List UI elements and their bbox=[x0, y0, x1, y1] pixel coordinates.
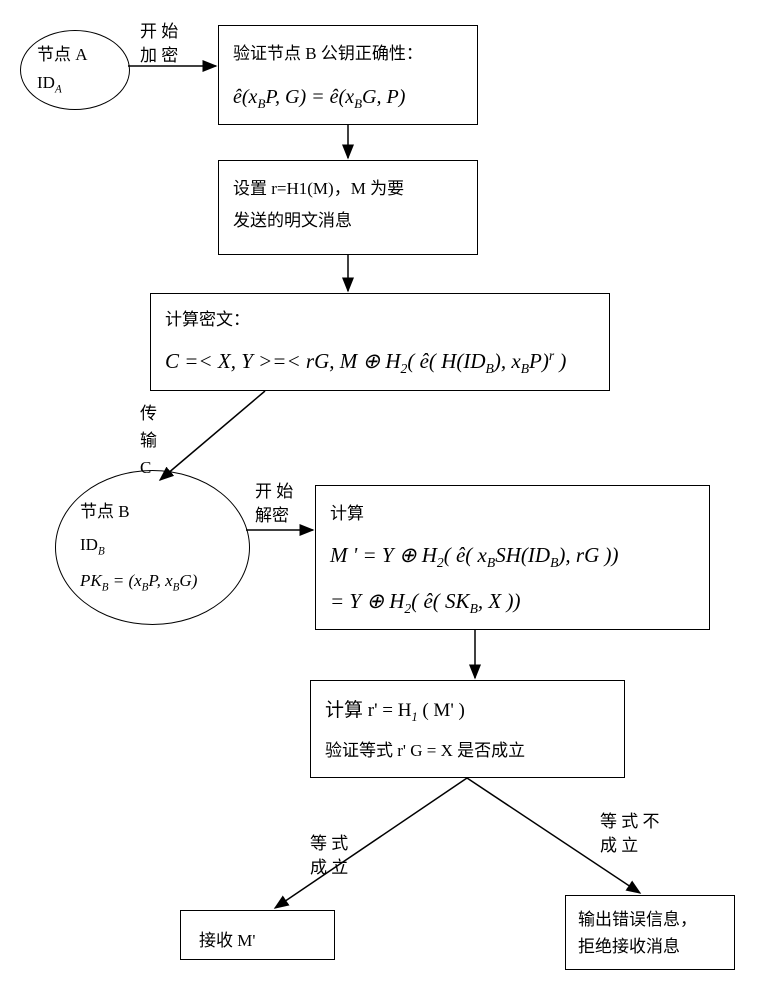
compute-m-f2: = Y ⊕ H2( ê( SKB, X )) bbox=[330, 582, 695, 622]
cipher-title: 计算密文： bbox=[165, 304, 595, 336]
flowchart-canvas: 节点 A IDA 验证节点 B 公钥正确性： ê(xBP, G) = ê(xBG… bbox=[0, 0, 780, 1000]
verify-pubkey-title: 验证节点 B 公钥正确性： bbox=[233, 38, 463, 70]
set-r-line2: 发送的明文消息 bbox=[233, 205, 463, 237]
compute-m-f1: M ' = Y ⊕ H2( ê( xBSH(IDB), rG )) bbox=[330, 536, 695, 576]
node-a-ellipse: 节点 A IDA bbox=[20, 30, 130, 110]
set-r-rect: 设置 r=H1(M)，M 为要 发送的明文消息 bbox=[218, 160, 478, 255]
cipher-formula: C =< X, Y >=< rG, M ⊕ H2( ê( H(IDB), xBP… bbox=[165, 342, 595, 382]
label-transmit-c: 传 输 C bbox=[140, 400, 157, 482]
compute-m-title: 计算 bbox=[330, 498, 695, 530]
node-a-title: 节点 A bbox=[37, 41, 129, 68]
reject-line2: 拒绝接收消息 bbox=[578, 933, 722, 960]
compute-m-rect: 计算 M ' = Y ⊕ H2( ê( xBSH(IDB), rG )) = Y… bbox=[315, 485, 710, 630]
node-b-id: IDB bbox=[80, 531, 249, 561]
label-start-encrypt: 开 始 加 密 bbox=[140, 20, 178, 68]
label-eq-true: 等 式 成 立 bbox=[310, 832, 348, 880]
node-a-id: IDA bbox=[37, 69, 129, 99]
verify-r-line2: 验证等式 r' G = X 是否成立 bbox=[325, 735, 610, 767]
node-b-pk: PKB = (xBP, xBG) bbox=[80, 567, 249, 597]
accept-rect: 接收 M' bbox=[180, 910, 335, 960]
verify-pubkey-rect: 验证节点 B 公钥正确性： ê(xBP, G) = ê(xBG, P) bbox=[218, 25, 478, 125]
verify-r-line1: 计算 r' = H1 ( M' ) bbox=[325, 693, 610, 729]
label-eq-false: 等 式 不 成 立 bbox=[600, 810, 660, 858]
set-r-line1: 设置 r=H1(M)，M 为要 bbox=[233, 173, 463, 205]
reject-rect: 输出错误信息， 拒绝接收消息 bbox=[565, 895, 735, 970]
node-b-title: 节点 B bbox=[80, 498, 249, 525]
accept-text: 接收 M' bbox=[199, 925, 316, 957]
reject-line1: 输出错误信息， bbox=[578, 906, 722, 933]
label-start-decrypt: 开 始 解密 bbox=[255, 480, 293, 528]
cipher-rect: 计算密文： C =< X, Y >=< rG, M ⊕ H2( ê( H(IDB… bbox=[150, 293, 610, 391]
verify-pubkey-formula: ê(xBP, G) = ê(xBG, P) bbox=[233, 78, 463, 117]
node-b-ellipse: 节点 B IDB PKB = (xBP, xBG) bbox=[55, 470, 250, 625]
verify-r-rect: 计算 r' = H1 ( M' ) 验证等式 r' G = X 是否成立 bbox=[310, 680, 625, 778]
